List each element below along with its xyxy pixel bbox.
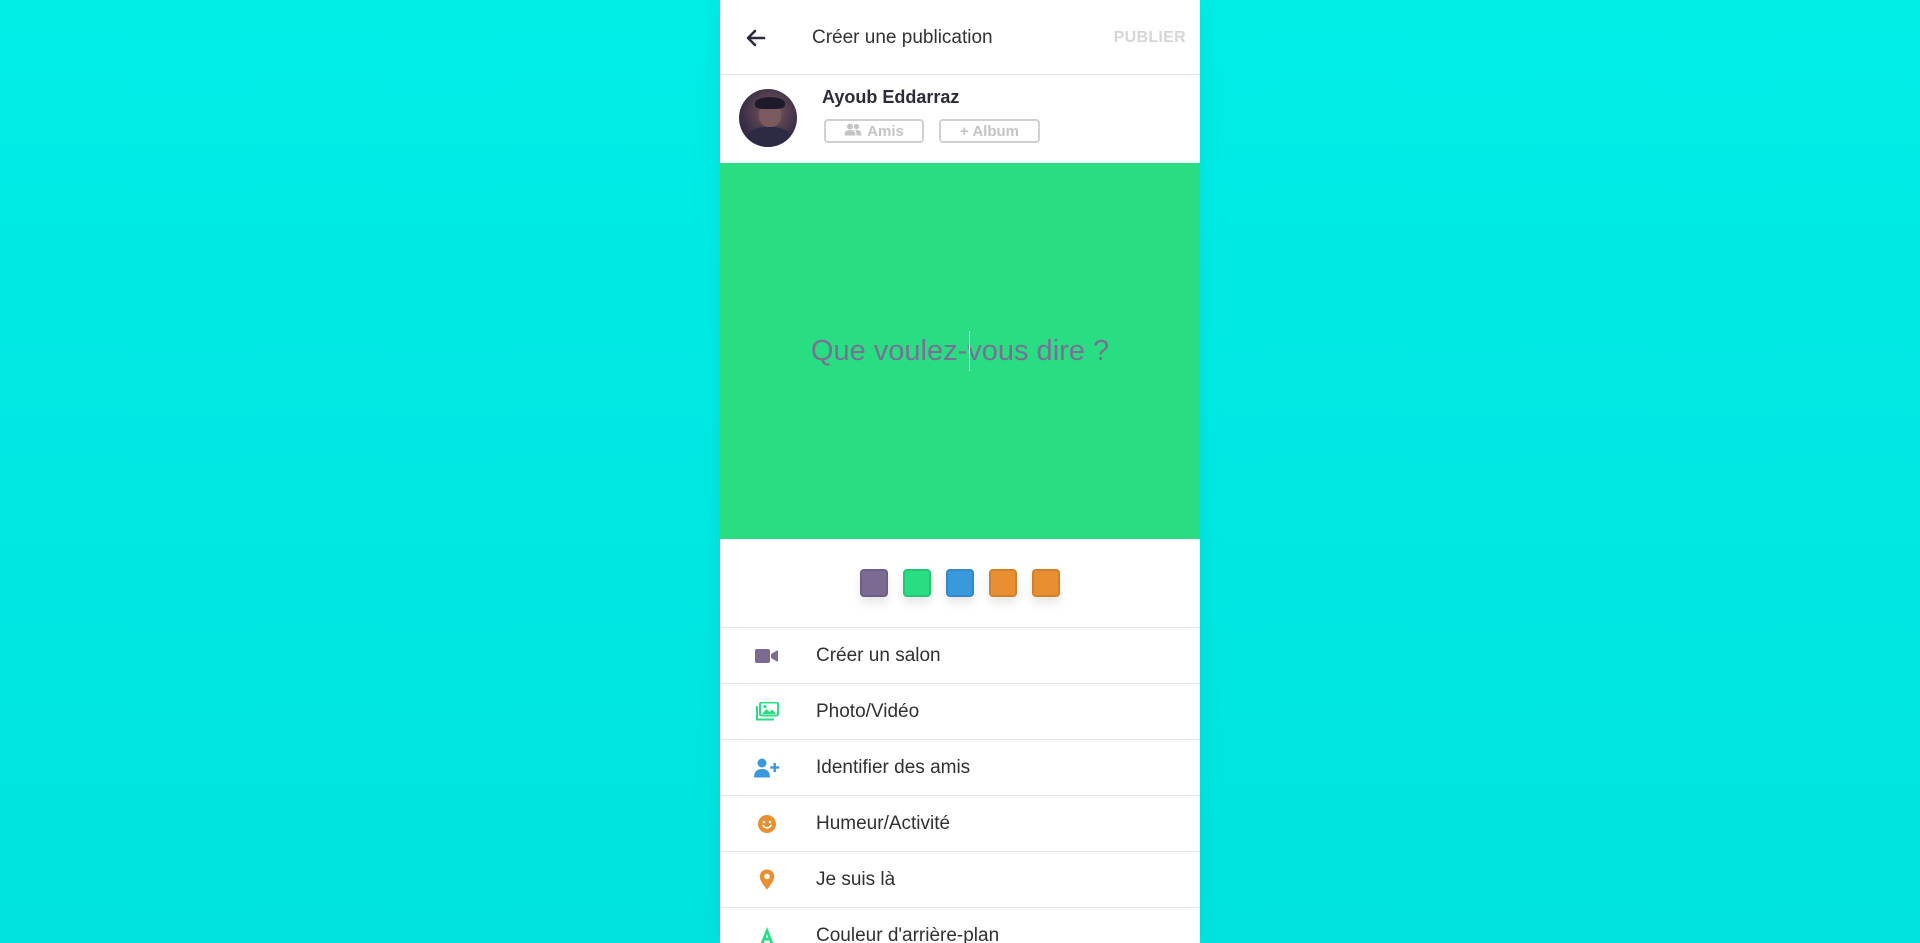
- audience-label: Amis: [867, 122, 904, 140]
- post-text-placeholder: Que voulez-vous dire ?: [810, 334, 1110, 367]
- option-photo-video[interactable]: Photo/Vidéo: [720, 684, 1200, 740]
- option-create-room[interactable]: Créer un salon: [720, 628, 1200, 684]
- post-options-list: Créer un salon Photo/Vidéo Identifier de…: [720, 627, 1200, 943]
- swatch-green[interactable]: [903, 569, 931, 597]
- create-post-panel: Créer une publication PUBLIER Ayoub Edda…: [720, 0, 1200, 943]
- user-plus-icon: [754, 757, 780, 779]
- author-name[interactable]: Ayoub Eddarraz: [822, 87, 959, 108]
- avatar[interactable]: [739, 89, 797, 147]
- post-composer[interactable]: Que voulez-vous dire ?: [720, 163, 1200, 539]
- swatch-orange[interactable]: [989, 569, 1017, 597]
- author-row: Ayoub Eddarraz Amis + Album: [720, 75, 1200, 163]
- publish-button[interactable]: PUBLIER: [1114, 29, 1186, 47]
- back-arrow-icon[interactable]: [742, 24, 770, 52]
- option-label: Je suis là: [816, 868, 896, 890]
- page-title: Créer une publication: [812, 27, 993, 48]
- option-label: Créer un salon: [816, 644, 941, 666]
- add-album-button[interactable]: + Album: [939, 119, 1040, 143]
- option-tag-friends[interactable]: Identifier des amis: [720, 740, 1200, 796]
- color-swatches: [720, 539, 1200, 627]
- smiley-icon: [754, 813, 780, 835]
- option-label: Photo/Vidéo: [816, 700, 920, 722]
- swatch-blue[interactable]: [946, 569, 974, 597]
- text-color-icon: [754, 925, 780, 943]
- option-label: Identifier des amis: [816, 756, 971, 778]
- option-mood-activity[interactable]: Humeur/Activité: [720, 796, 1200, 852]
- swatch-purple[interactable]: [860, 569, 888, 597]
- users-icon: [844, 123, 862, 140]
- video-camera-icon: [754, 645, 780, 667]
- option-label: Couleur d'arrière-plan: [816, 924, 1000, 943]
- map-pin-icon: [754, 869, 780, 891]
- top-bar: Créer une publication PUBLIER: [720, 0, 1200, 75]
- page-background: Créer une publication PUBLIER Ayoub Edda…: [0, 0, 1920, 943]
- text-caret: [968, 330, 970, 371]
- option-label: Humeur/Activité: [816, 812, 951, 834]
- audience-selector-button[interactable]: Amis: [824, 119, 924, 143]
- swatch-orange-2[interactable]: [1032, 569, 1060, 597]
- post-text-input[interactable]: Que voulez-vous dire ?: [810, 330, 1110, 371]
- option-background-color[interactable]: Couleur d'arrière-plan: [720, 908, 1200, 943]
- option-check-in[interactable]: Je suis là: [720, 852, 1200, 908]
- images-icon: [754, 701, 780, 723]
